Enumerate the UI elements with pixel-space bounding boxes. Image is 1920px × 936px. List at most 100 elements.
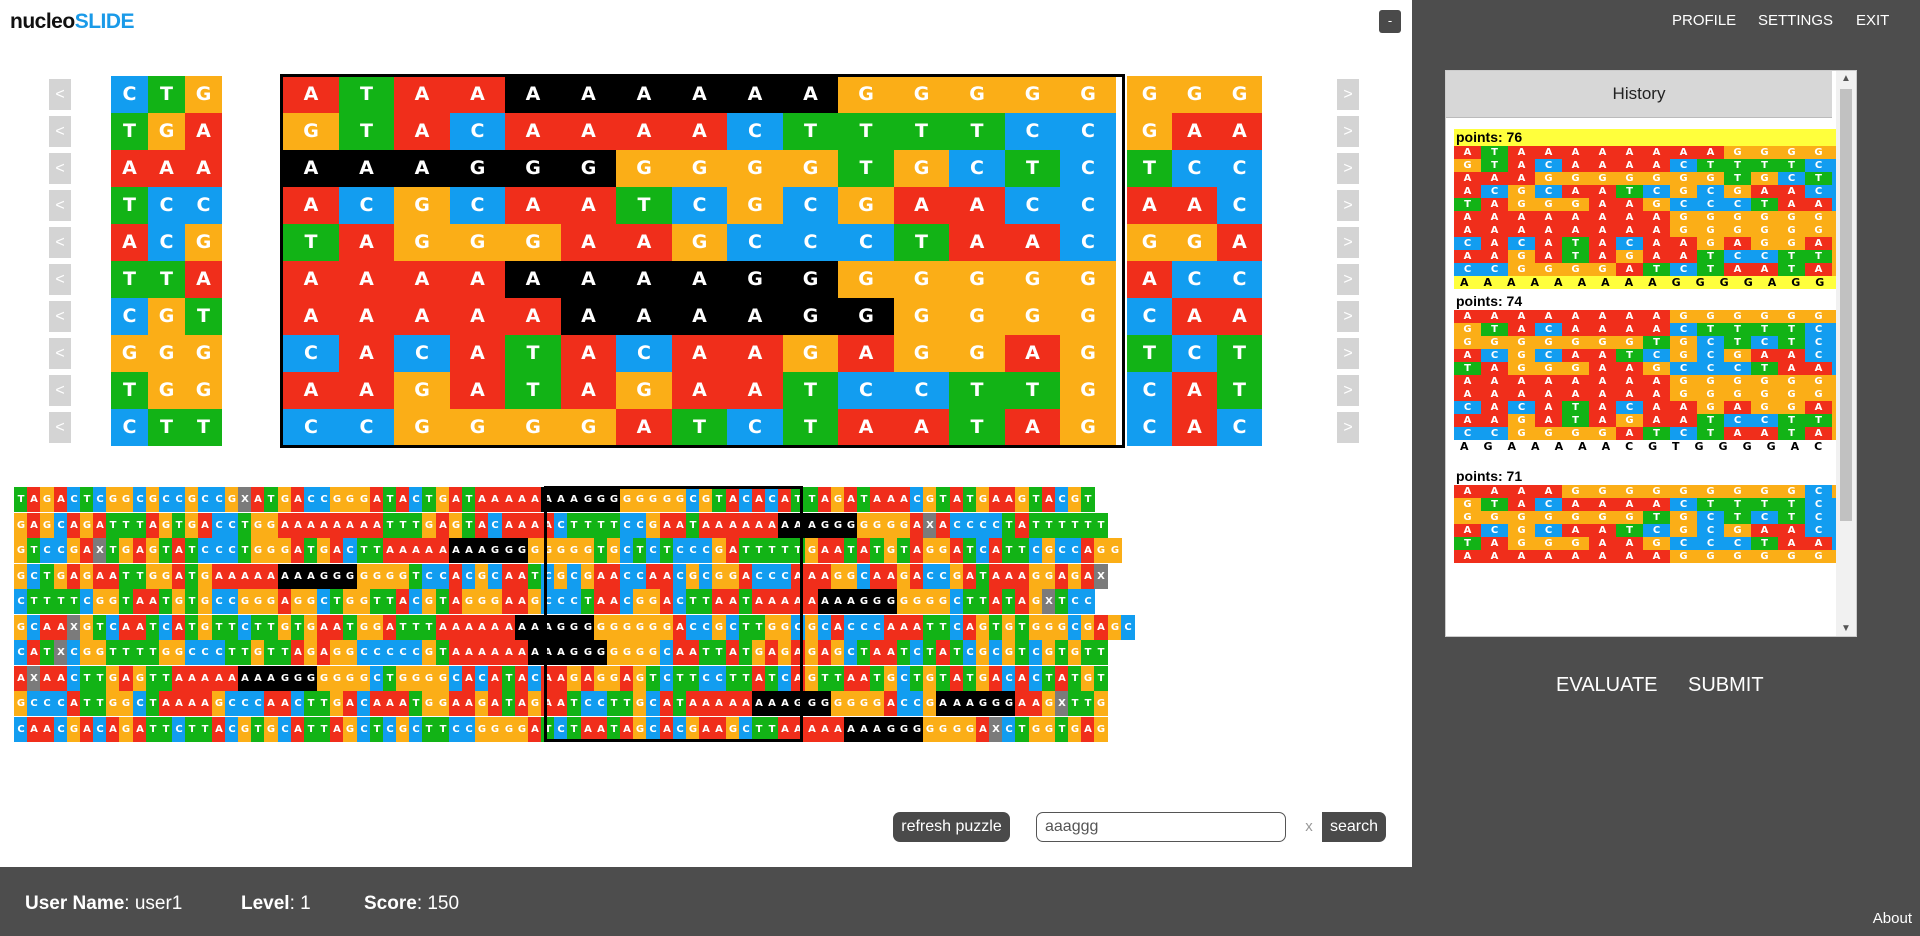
genome-tile: T	[936, 487, 950, 512]
history-tile: A	[1589, 323, 1616, 336]
genome-tile: T	[897, 640, 911, 665]
shift-right-arrow[interactable]: >	[1337, 190, 1359, 221]
genome-tile: G	[343, 640, 357, 665]
genome-tile: G	[633, 615, 647, 640]
minimize-button[interactable]: -	[1379, 10, 1401, 33]
genome-tile: G	[660, 487, 674, 512]
shift-left-arrow[interactable]: <	[49, 227, 71, 258]
genome-tile: T	[502, 691, 516, 716]
scrollbar-thumb[interactable]	[1840, 89, 1852, 521]
search-button[interactable]: search	[1322, 812, 1386, 842]
shift-left-arrow[interactable]: <	[49, 153, 71, 184]
history-tile: A	[1643, 323, 1670, 336]
nucleotide-tile: C	[283, 335, 339, 372]
genome-tile: A	[884, 615, 898, 640]
about-link[interactable]: About	[1873, 910, 1912, 927]
genome-tile: G	[752, 640, 766, 665]
nav-exit[interactable]: EXIT	[1856, 12, 1889, 29]
genome-tile: G	[370, 615, 384, 640]
shift-right-arrow[interactable]: >	[1337, 264, 1359, 295]
genome-tile: T	[936, 666, 950, 691]
history-tile: T	[1751, 198, 1778, 211]
genome-tile: A	[831, 538, 845, 563]
nucleotide-tile: G	[1127, 224, 1172, 261]
history-tile: T	[1724, 336, 1751, 349]
genome-tile: A	[488, 615, 502, 640]
shift-right-arrow[interactable]: >	[1337, 153, 1359, 184]
nucleotide-tile: G	[1172, 76, 1217, 113]
nucleotide-tile: G	[505, 224, 561, 261]
shift-right-arrow[interactable]: >	[1337, 375, 1359, 406]
clear-search-icon[interactable]: x	[1302, 812, 1316, 842]
history-tile: T	[1751, 362, 1778, 375]
genome-tile: A	[818, 640, 832, 665]
refresh-puzzle-button[interactable]: refresh puzzle	[893, 812, 1010, 842]
genome-tile: A	[396, 487, 410, 512]
shift-right-arrow[interactable]: >	[1337, 301, 1359, 332]
shift-left-arrow[interactable]: <	[49, 412, 71, 443]
shift-left-arrow[interactable]: <	[49, 264, 71, 295]
genome-tile: G	[330, 640, 344, 665]
history-tile: A	[1535, 211, 1562, 224]
history-scrollbar[interactable]: ▲ ▼	[1836, 71, 1856, 636]
history-tile: C	[1805, 185, 1832, 198]
scroll-up-icon[interactable]: ▲	[1841, 73, 1851, 84]
genome-tile: A	[528, 487, 542, 512]
genome-tile: A	[357, 513, 371, 538]
genome-tile: C	[185, 640, 199, 665]
history-tile: A	[1535, 237, 1562, 250]
search-input[interactable]	[1045, 816, 1245, 838]
nav-settings[interactable]: SETTINGS	[1758, 12, 1833, 29]
shift-right-arrow[interactable]: >	[1337, 79, 1359, 110]
shift-right-arrow[interactable]: >	[1337, 227, 1359, 258]
genome-tile: G	[80, 640, 94, 665]
genome-tile: A	[726, 589, 740, 614]
shift-right-arrow[interactable]: >	[1337, 116, 1359, 147]
genome-tile: C	[897, 666, 911, 691]
shift-right-arrow[interactable]: >	[1337, 338, 1359, 369]
shift-right-arrow[interactable]: >	[1337, 412, 1359, 443]
genome-tile: X	[27, 666, 41, 691]
genome-tile: C	[870, 615, 884, 640]
history-tile: G	[1670, 511, 1697, 524]
shift-left-arrow[interactable]: <	[49, 79, 71, 110]
genome-tile: G	[1042, 538, 1056, 563]
nucleotide-tile: T	[111, 372, 148, 409]
genome-tile: C	[133, 691, 147, 716]
genome-tile: G	[699, 487, 713, 512]
genome-tile: C	[897, 691, 911, 716]
genome-tile: T	[1081, 691, 1095, 716]
genome-tile: T	[238, 640, 252, 665]
genome-tile: T	[567, 513, 581, 538]
nucleotide-tile: T	[893, 113, 950, 150]
genome-tile: C	[857, 615, 871, 640]
shift-left-arrow[interactable]: <	[49, 190, 71, 221]
scroll-down-icon[interactable]: ▼	[1841, 623, 1851, 634]
nucleotide-tile: T	[893, 224, 950, 261]
genome-tile: C	[673, 589, 687, 614]
nucleotide-tile: A	[185, 113, 222, 150]
genome-tile: C	[765, 564, 779, 589]
submit-button[interactable]: SUBMIT	[1688, 674, 1764, 697]
genome-tile: A	[488, 640, 502, 665]
nucleotide-tile: C	[1060, 187, 1116, 224]
history-tile: G	[1508, 198, 1535, 211]
nav-profile[interactable]: PROFILE	[1672, 12, 1736, 29]
nucleotide-tile: C	[148, 187, 185, 224]
genome-tile: T	[14, 487, 28, 512]
history-tile: A	[1616, 211, 1643, 224]
shift-left-arrow[interactable]: <	[49, 116, 71, 147]
evaluate-button[interactable]: EVALUATE	[1556, 674, 1658, 697]
history-tile: G	[1751, 146, 1778, 159]
history-tile: C	[1697, 198, 1724, 211]
shift-left-arrow[interactable]: <	[49, 301, 71, 332]
history-tile: G	[1670, 388, 1697, 401]
shift-left-arrow[interactable]: <	[49, 375, 71, 406]
history-tile: G	[1535, 336, 1562, 349]
shift-left-arrow[interactable]: <	[49, 338, 71, 369]
history-tile: G	[1589, 485, 1616, 498]
history-tile: A	[1481, 414, 1508, 427]
history-tile: G	[1805, 375, 1832, 388]
genome-tile: T	[409, 513, 423, 538]
genome-tile: T	[712, 487, 726, 512]
